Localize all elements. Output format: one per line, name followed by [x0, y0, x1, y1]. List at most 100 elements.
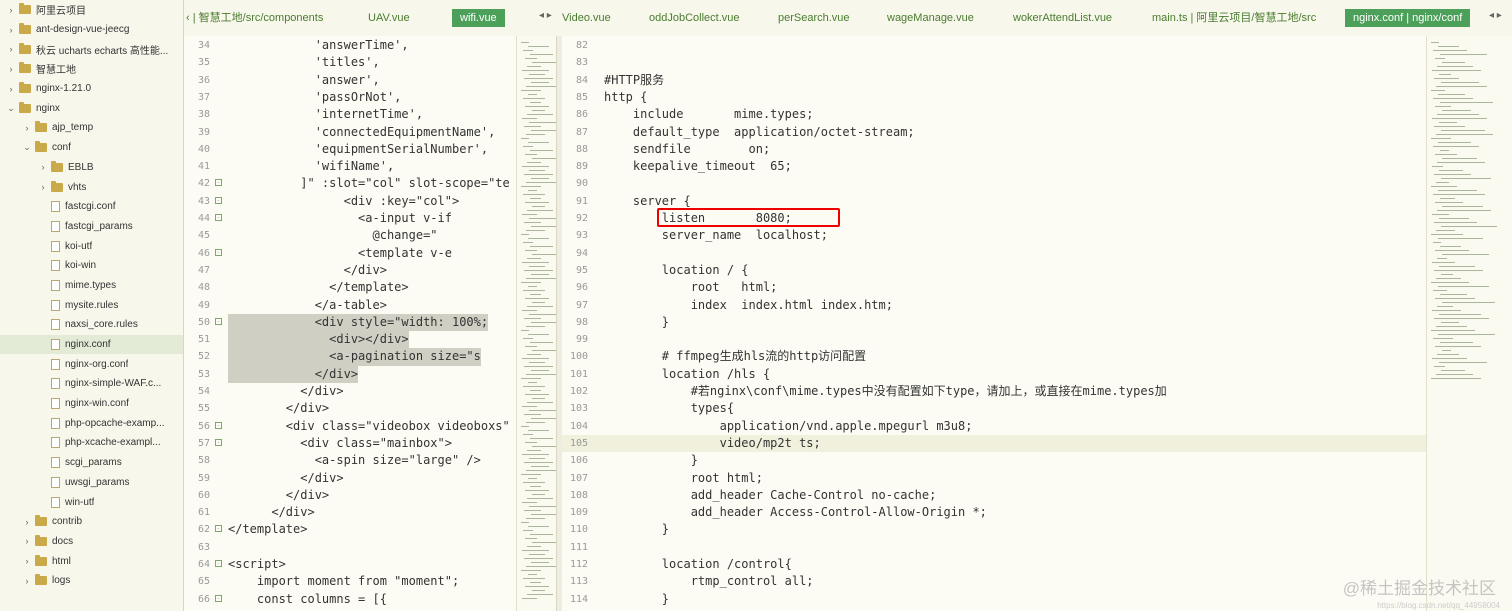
tab-nginx-conf[interactable]: nginx.conf | nginx/conf: [1345, 9, 1471, 27]
chevron-right-icon[interactable]: ›: [22, 536, 32, 546]
tree-item[interactable]: fastcgi_params: [0, 217, 183, 237]
code-line[interactable]: 87 default_type application/octet-stream…: [562, 124, 1426, 141]
tree-item[interactable]: › ant-design-vue-jeecg: [0, 20, 183, 40]
fold-toggle-icon[interactable]: -: [215, 525, 222, 533]
code-line[interactable]: 64- <script>: [184, 556, 516, 573]
chevron-right-icon[interactable]: ›: [22, 123, 32, 133]
code-editor-nginx-conf[interactable]: 82 83 84 #HTTP服务 85 http {86 include mime.typ…: [562, 36, 1426, 611]
tree-item[interactable]: › contrib: [0, 512, 183, 532]
code-line[interactable]: 47 </div>: [184, 262, 516, 279]
code-line[interactable]: 56- <div class="videobox videoboxs" l: [184, 418, 516, 435]
tree-item[interactable]: uwsgi_params: [0, 473, 183, 493]
code-line[interactable]: 105 video/mp2t ts;: [562, 434, 1426, 453]
code-line[interactable]: 60 </div>: [184, 487, 516, 504]
code-line[interactable]: 98 }: [562, 314, 1426, 331]
tab-video-vue[interactable]: Video.vue: [562, 9, 611, 27]
tree-item[interactable]: › 秋云 ucharts echarts 高性能...: [0, 39, 183, 59]
tab-oddjobcollect-vue[interactable]: oddJobCollect.vue: [649, 9, 740, 27]
code-line[interactable]: 49 </a-table>: [184, 297, 516, 314]
chevron-right-icon[interactable]: ›: [22, 576, 32, 586]
code-line[interactable]: 40 'equipmentSerialNumber',: [184, 141, 516, 158]
code-line[interactable]: 54 </div>: [184, 383, 516, 400]
tree-item[interactable]: › ajp_temp: [0, 118, 183, 138]
code-line[interactable]: 45 @change=": [184, 227, 516, 244]
code-line[interactable]: 89 keepalive_timeout 65;: [562, 158, 1426, 175]
tree-item[interactable]: nginx.conf: [0, 334, 183, 355]
code-line[interactable]: 90: [562, 175, 1426, 192]
code-line[interactable]: 82: [562, 37, 1426, 54]
code-line[interactable]: 43- <div :key="col">: [184, 193, 516, 210]
code-line[interactable]: 51 <div></div>: [184, 331, 516, 349]
tree-item[interactable]: › nginx-1.21.0: [0, 79, 183, 99]
code-line[interactable]: 58 <a-spin size="large" />: [184, 452, 516, 469]
code-line[interactable]: 37 'passOrNot',: [184, 89, 516, 106]
fold-toggle-icon[interactable]: -: [215, 179, 222, 187]
chevron-right-icon[interactable]: ›: [6, 44, 16, 54]
code-line[interactable]: 114 }: [562, 591, 1426, 608]
code-line[interactable]: 109 add_header Access-Control-Allow-Orig…: [562, 504, 1426, 521]
tab-wagemanage-vue[interactable]: wageManage.vue: [887, 9, 974, 27]
chevron-right-icon[interactable]: ›: [38, 162, 48, 172]
code-line[interactable]: 88 sendfile on;: [562, 141, 1426, 158]
code-line[interactable]: 93 server_name localhost;: [562, 227, 1426, 244]
tab-main-ts[interactable]: main.ts | 阿里云项目/智慧工地/src: [1152, 9, 1316, 27]
tab-breadcrumb[interactable]: ‹ | 智慧工地/src/components: [186, 9, 323, 27]
fold-toggle-icon[interactable]: -: [215, 594, 222, 602]
tree-item[interactable]: nginx-simple-WAF.c...: [0, 374, 183, 394]
fold-toggle-icon[interactable]: -: [215, 214, 222, 221]
minimap-right[interactable]: [1426, 36, 1512, 611]
code-line[interactable]: 106 }: [562, 452, 1426, 469]
code-line[interactable]: 83: [562, 54, 1426, 71]
tree-item[interactable]: fastcgi.conf: [0, 197, 183, 217]
tab-wokerattendlist-vue[interactable]: wokerAttendList.vue: [1013, 9, 1112, 27]
tree-item[interactable]: › vhts: [0, 177, 183, 197]
code-line[interactable]: 63: [184, 539, 516, 556]
code-line[interactable]: 66- const columns = [{: [184, 591, 516, 608]
code-line[interactable]: 97 index index.html index.htm;: [562, 297, 1426, 314]
tree-item[interactable]: › EBLB: [0, 158, 183, 178]
tree-item[interactable]: ⌄ nginx: [0, 98, 183, 118]
code-line[interactable]: 44- <a-input v-if: [184, 210, 516, 227]
chevron-right-icon[interactable]: ›: [6, 25, 16, 35]
code-line[interactable]: 35 'titles',: [184, 54, 516, 71]
tree-item[interactable]: mysite.rules: [0, 295, 183, 315]
tab-scroll-arrows-left[interactable]: ◂ ▸: [539, 10, 552, 21]
tab-scroll-arrows-right[interactable]: ◂ ▸: [1489, 10, 1502, 21]
chevron-right-icon[interactable]: ›: [6, 64, 16, 74]
code-line[interactable]: 85 http {: [562, 89, 1426, 106]
tree-item[interactable]: koi-win: [0, 256, 183, 276]
fold-toggle-icon[interactable]: -: [215, 438, 222, 446]
code-line[interactable]: 48 </template>: [184, 279, 516, 296]
tree-item[interactable]: › html: [0, 551, 183, 571]
code-line[interactable]: 38 'internetTime',: [184, 106, 516, 123]
code-line[interactable]: 94: [562, 245, 1426, 262]
tree-item[interactable]: nginx-win.conf: [0, 394, 183, 414]
chevron-right-icon[interactable]: ›: [22, 556, 32, 566]
code-line[interactable]: 39 'connectedEquipmentName',: [184, 124, 516, 141]
chevron-right-icon[interactable]: ›: [6, 5, 16, 15]
fold-toggle-icon[interactable]: -: [215, 196, 222, 204]
code-line[interactable]: 110 }: [562, 521, 1426, 538]
code-line[interactable]: 111: [562, 539, 1426, 556]
tree-item[interactable]: win-utf: [0, 492, 183, 512]
fold-toggle-icon[interactable]: -: [215, 248, 222, 256]
tree-item[interactable]: mime.types: [0, 276, 183, 296]
chevron-down-icon[interactable]: ⌄: [22, 142, 32, 153]
code-line[interactable]: 42- ]" :slot="col" slot-scope="te: [184, 175, 516, 192]
code-line[interactable]: 41 'wifiName',: [184, 158, 516, 175]
code-line[interactable]: 62- </template>: [184, 521, 516, 538]
code-line[interactable]: 55 </div>: [184, 400, 516, 417]
tree-item[interactable]: › 阿里云项目: [0, 0, 183, 20]
tree-item[interactable]: › 智慧工地: [0, 59, 183, 79]
code-line[interactable]: 36 'answer',: [184, 72, 516, 89]
code-line[interactable]: 52 <a-pagination size="s: [184, 348, 516, 366]
tree-item[interactable]: ⌄ conf: [0, 138, 183, 158]
code-line[interactable]: 101 location /hls {: [562, 366, 1426, 383]
fold-toggle-icon[interactable]: -: [215, 421, 222, 429]
code-line[interactable]: 53 </div>: [184, 365, 516, 383]
code-line[interactable]: 34 'answerTime',: [184, 37, 516, 54]
tab-uav-vue[interactable]: UAV.vue: [368, 9, 410, 27]
tree-item[interactable]: › docs: [0, 532, 183, 552]
tree-item[interactable]: scgi_params: [0, 453, 183, 473]
tree-item[interactable]: › logs: [0, 571, 183, 591]
